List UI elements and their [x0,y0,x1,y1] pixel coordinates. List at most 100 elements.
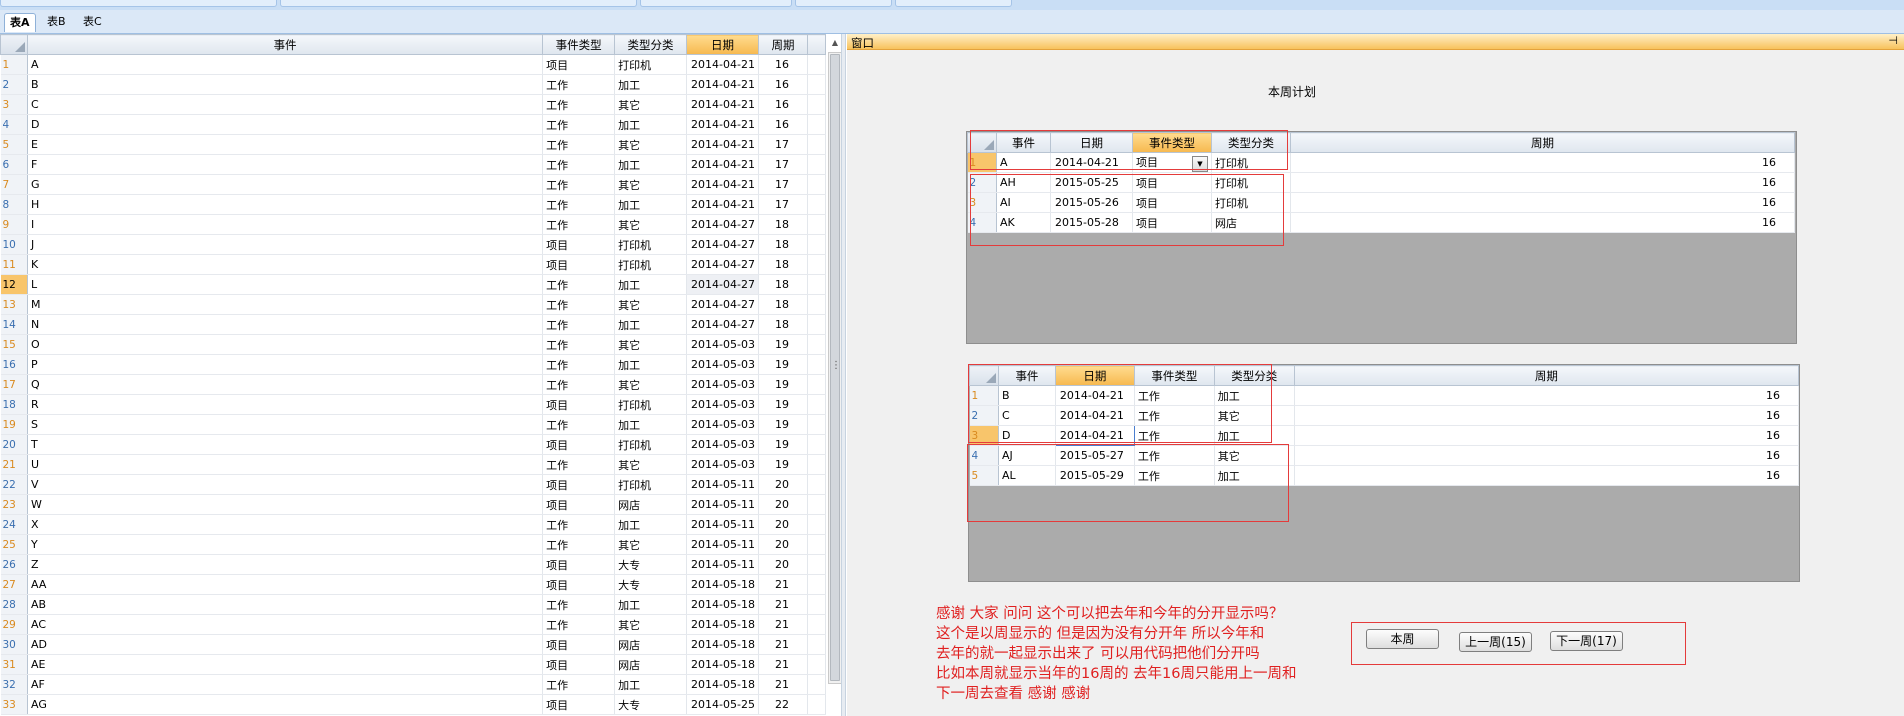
row-number[interactable]: 22 [0,474,28,495]
cell-event-type[interactable]: 项目 [542,394,616,415]
cell-week[interactable]: 16 [1294,465,1799,486]
cell-date[interactable]: 2014-05-18 [686,594,759,615]
column-header-date[interactable]: 日期 [686,34,759,55]
cell-category[interactable]: 其它 [614,534,688,555]
cell-event-type[interactable]: 工作 [542,134,616,155]
row-number[interactable]: 12 [0,274,28,295]
cell-event-type[interactable]: 工作 [542,294,616,315]
row-number[interactable]: 2 [0,74,28,95]
table-row[interactable]: 19 S 工作 加工 2014-05-03 19 [0,414,826,435]
cell-week[interactable]: 16 [758,54,808,75]
table-row[interactable]: 23 W 项目 网店 2014-05-11 20 [0,494,826,515]
row-number[interactable]: 8 [0,194,28,215]
cell-event[interactable]: V [27,474,544,495]
row-number[interactable]: 10 [0,234,28,255]
cell-event-type[interactable]: 工作 [542,534,616,555]
table-row[interactable]: 18 R 项目 打印机 2014-05-03 19 [0,394,826,415]
cell-week[interactable]: 16 [1294,425,1799,446]
cell-event-type[interactable]: 工作 [542,374,616,395]
cell-event-type[interactable]: 项目 [542,254,616,275]
cell-category[interactable]: 加工 [614,354,688,375]
cell-date[interactable]: 2014-05-03 [686,454,759,475]
cell-event[interactable]: AB [27,594,544,615]
work-header-week[interactable]: 周期 [1293,365,1799,386]
cell-date[interactable]: 2014-04-21 [686,174,759,195]
cell-date[interactable]: 2014-05-03 [686,354,759,375]
cell-week[interactable]: 18 [758,274,808,295]
cell-category[interactable]: 加工 [614,154,688,175]
cell-category[interactable]: 打印机 [614,474,688,495]
cell-event-type[interactable]: 工作 [542,674,616,695]
cell-event[interactable]: S [27,414,544,435]
panel-splitter[interactable] [841,34,846,716]
toolbar-button-5[interactable] [895,0,1012,7]
cell-date[interactable]: 2014-05-11 [686,514,759,535]
cell-event[interactable]: F [27,154,544,175]
cell-category[interactable]: 网店 [614,494,688,515]
cell-week[interactable]: 18 [758,214,808,235]
cell-event[interactable]: AD [27,634,544,655]
cell-date[interactable]: 2014-05-18 [686,654,759,675]
row-number[interactable]: 30 [0,634,28,655]
table-row[interactable]: 9 I 工作 其它 2014-04-27 18 [0,214,826,235]
cell-category[interactable]: 其它 [614,174,688,195]
cell-week[interactable]: 19 [758,334,808,355]
row-number[interactable]: 24 [0,514,28,535]
cell-event-type[interactable]: 工作 [542,594,616,615]
row-number[interactable]: 23 [0,494,28,515]
splitter-grip-icon[interactable]: ⋮ [831,360,841,371]
cell-week[interactable]: 17 [758,154,808,175]
cell-date[interactable]: 2014-05-03 [686,334,759,355]
row-number[interactable]: 33 [0,694,28,715]
cell-event-type[interactable]: 工作 [542,334,616,355]
cell-week[interactable]: 17 [758,194,808,215]
cell-event[interactable]: U [27,454,544,475]
row-number[interactable]: 6 [0,154,28,175]
cell-week[interactable]: 16 [1290,172,1795,193]
cell-week[interactable]: 16 [758,114,808,135]
scroll-up-arrow-icon[interactable]: ▲ [830,37,840,49]
table-row[interactable]: 16 P 工作 加工 2014-05-03 19 [0,354,826,375]
cell-week[interactable]: 20 [758,534,808,555]
cell-event-type[interactable]: 项目 [542,234,616,255]
cell-week[interactable]: 21 [758,634,808,655]
cell-week[interactable]: 18 [758,314,808,335]
tab-sheet-a[interactable]: 表A [4,13,36,32]
cell-event[interactable]: AC [27,614,544,635]
cell-category[interactable]: 打印机 [614,234,688,255]
row-number[interactable]: 28 [0,594,28,615]
cell-event[interactable]: B [27,74,544,95]
cell-event[interactable]: L [27,274,544,295]
cell-category[interactable]: 加工 [614,74,688,95]
toolbar-button-4[interactable] [795,0,892,7]
cell-week[interactable]: 17 [758,174,808,195]
cell-week[interactable]: 21 [758,574,808,595]
cell-event[interactable]: E [27,134,544,155]
row-number[interactable]: 27 [0,574,28,595]
cell-week[interactable]: 18 [758,254,808,275]
cell-event[interactable]: X [27,514,544,535]
cell-week[interactable]: 16 [1290,212,1795,233]
cell-date[interactable]: 2014-05-18 [686,614,759,635]
cell-category[interactable]: 加工 [614,314,688,335]
cell-week[interactable]: 16 [758,74,808,95]
cell-event-type[interactable]: 项目 [542,54,616,75]
cell-date[interactable]: 2014-04-27 [686,234,759,255]
row-number[interactable]: 17 [0,374,28,395]
cell-date[interactable]: 2014-04-21 [686,54,759,75]
cell-date[interactable]: 2014-04-21 [686,154,759,175]
cell-event[interactable]: Y [27,534,544,555]
row-number[interactable]: 13 [0,294,28,315]
cell-week[interactable]: 19 [758,354,808,375]
table-row[interactable]: 1 A 项目 打印机 2014-04-21 16 [0,54,826,75]
cell-week[interactable]: 19 [758,374,808,395]
table-row[interactable]: 26 Z 项目 大专 2014-05-11 20 [0,554,826,575]
cell-week[interactable]: 21 [758,594,808,615]
cell-date[interactable]: 2014-05-11 [686,554,759,575]
cell-date[interactable]: 2014-05-11 [686,534,759,555]
cell-event-type[interactable]: 工作 [542,94,616,115]
row-number[interactable]: 9 [0,214,28,235]
table-row[interactable]: 6 F 工作 加工 2014-04-21 17 [0,154,826,175]
table-row[interactable]: 27 AA 项目 大专 2014-05-18 21 [0,574,826,595]
cell-date[interactable]: 2014-04-27 [686,274,759,295]
